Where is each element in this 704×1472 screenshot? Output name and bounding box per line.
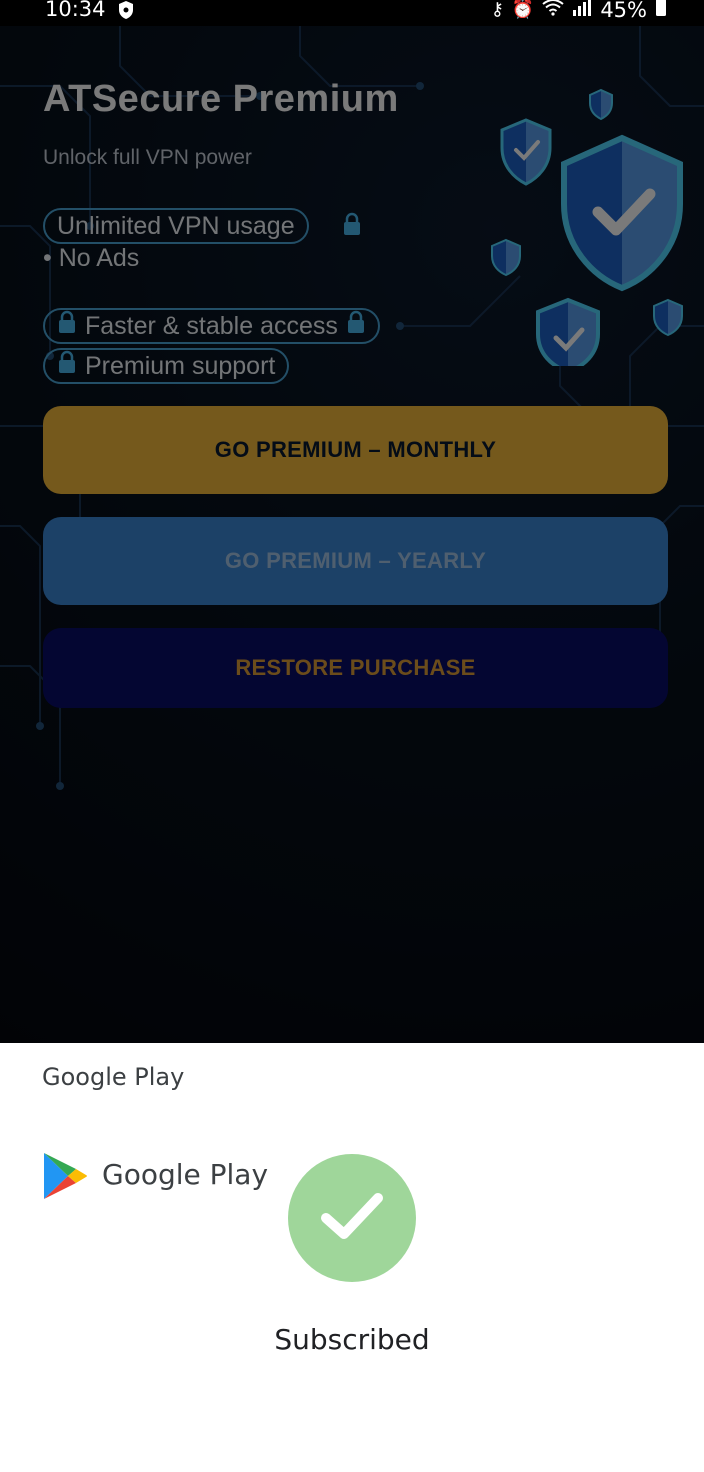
battery-percent: 45% [600,0,647,22]
feature-no-ads: • No Ads [43,244,140,272]
lock-icon [346,310,366,343]
signal-icon [572,0,592,21]
google-play-logo-icon [42,1151,88,1206]
feature-label: Premium support [85,352,276,380]
sheet-header: Google Play [42,1063,185,1091]
status-icons: ⚷ ⏰ 45% [491,0,667,22]
lock-icon [57,310,77,343]
page-subtitle: Unlock full VPN power [43,146,252,169]
go-premium-yearly-button[interactable]: GO PREMIUM – YEARLY [43,517,668,605]
subscription-status: Subscribed [274,1323,430,1356]
key-icon: ⚷ [490,0,504,20]
checkmark-icon [320,1190,384,1247]
google-play-brand: Google Play [102,1158,269,1191]
feature-label: Faster & stable access [85,312,338,340]
go-premium-monthly-button[interactable]: GO PREMIUM – MONTHLY [43,406,668,494]
status-time: 10:34 [45,0,106,21]
restore-purchase-button[interactable]: RESTORE PURCHASE [43,628,668,708]
feature-unlimited-vpn: Unlimited VPN usage [43,208,309,244]
lock-icon [342,212,362,242]
feature-premium-support: Premium support [43,348,290,384]
feature-label: Unlimited VPN usage [57,212,295,240]
wifi-icon [542,0,564,21]
feature-faster-access: Faster & stable access [43,308,380,344]
success-badge [288,1154,416,1282]
status-bar: 10:34 ⚷ ⏰ 45% [0,0,704,26]
google-play-sheet: Google Play Google Play Subscribed [0,1043,704,1472]
page-title: ATSecure Premium [43,78,399,120]
shield-icon [118,0,134,25]
battery-icon [655,0,667,22]
shield-illustration-icon [491,88,683,366]
premium-screen: ATSecure Premium Unlock full VPN power U… [0,26,704,1043]
alarm-icon: ⏰ [511,0,535,20]
lock-icon [57,350,77,383]
